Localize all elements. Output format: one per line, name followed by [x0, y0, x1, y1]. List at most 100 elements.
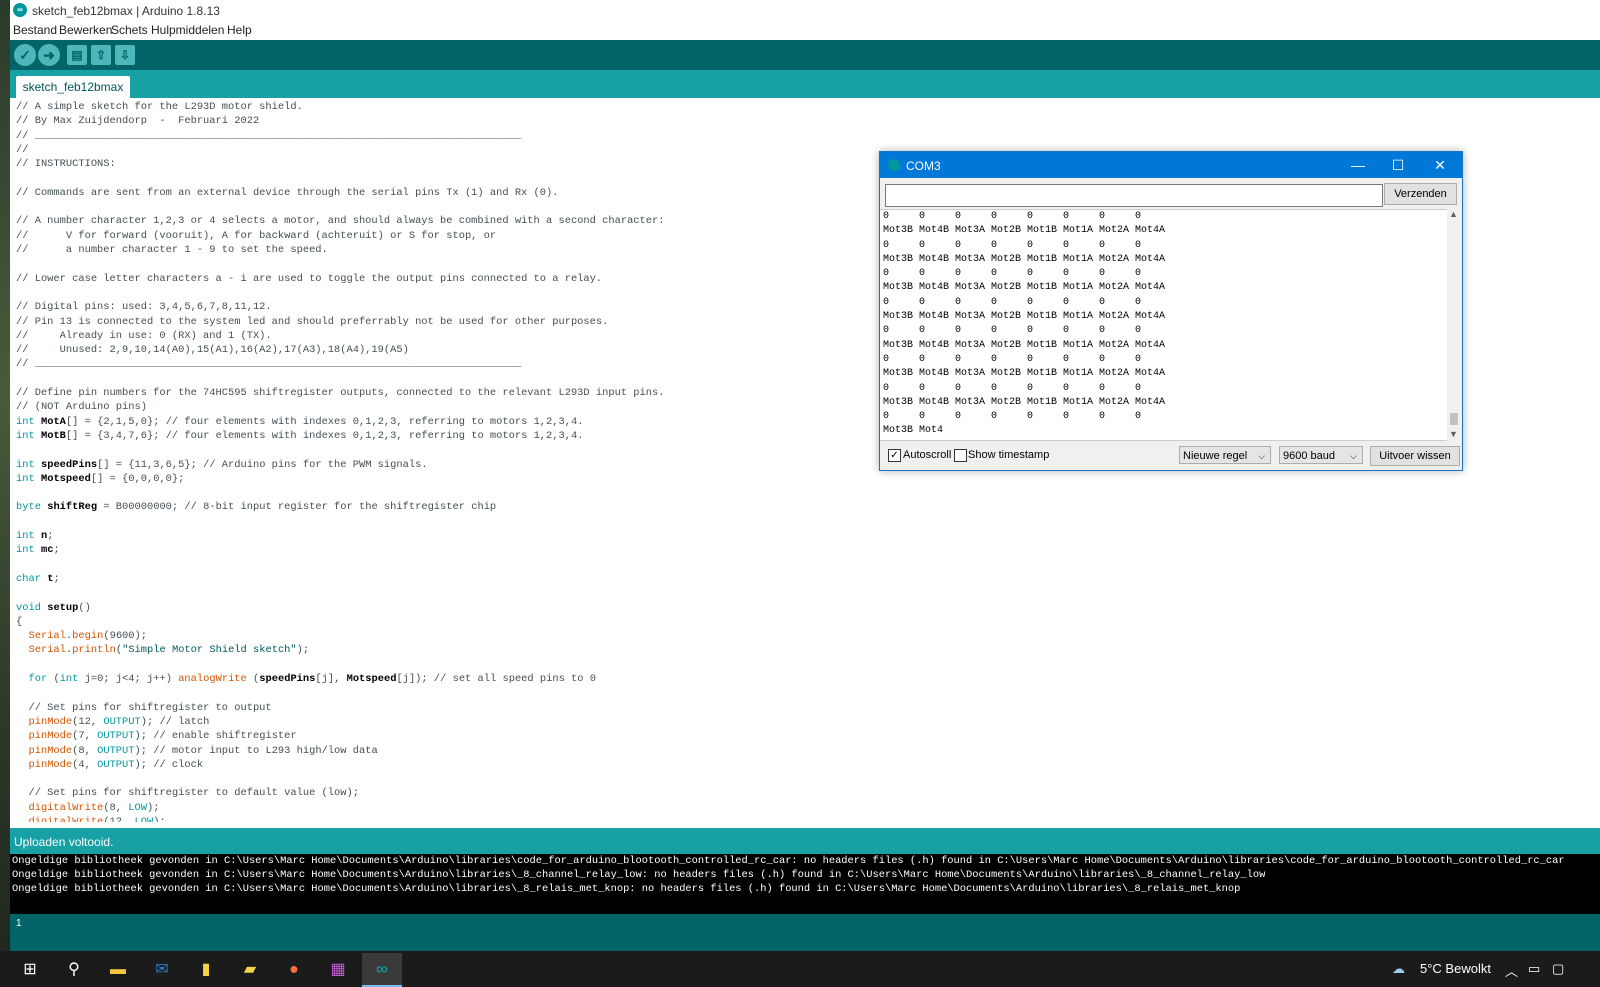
- desktop-background: [0, 0, 10, 987]
- close-icon[interactable]: ✕: [1420, 152, 1460, 178]
- firefox-icon[interactable]: ●: [274, 953, 314, 987]
- autoscroll-label: Autoscroll: [903, 449, 952, 461]
- notification-icon[interactable]: ▢: [1552, 961, 1564, 977]
- code-line: digitalWrite(12, LOW);: [28, 816, 166, 822]
- line-ending-select[interactable]: Nieuwe regel ⌵: [1179, 446, 1271, 464]
- code-line: void setup(): [16, 601, 91, 614]
- menu-schets[interactable]: Schets: [111, 23, 148, 37]
- minimize-icon[interactable]: —: [1338, 152, 1378, 178]
- code-line: //: [16, 143, 29, 156]
- send-button[interactable]: Verzenden: [1384, 183, 1457, 205]
- weather-text[interactable]: 5°C Bewolkt: [1420, 961, 1491, 976]
- code-line: // Set pins for shiftregister to output: [16, 701, 272, 714]
- serial-output-line: Mot3B Mot4B Mot3A Mot2B Mot1B Mot1A Mot2…: [883, 311, 1166, 323]
- code-line: int Motspeed[] = {0,0,0,0};: [16, 472, 185, 485]
- code-line: // Digital pins: used: 3,4,5,6,7,8,11,12…: [16, 301, 272, 314]
- menu-help[interactable]: Help: [227, 23, 252, 37]
- serial-output: 0 0 0 0 0 0 0 0 Mot3B Mot4B Mot3A Mot2B M…: [880, 209, 1447, 441]
- serial-output-line: Mot3B Mot4B Mot3A Mot2B Mot1B Mot1A Mot2…: [883, 339, 1166, 351]
- title-bar: ∞ sketch_feb12bmax | Arduino 1.8.13: [10, 0, 1600, 22]
- status-message: Uploaden voltooid.: [14, 835, 114, 849]
- window-title: sketch_feb12bmax | Arduino 1.8.13: [32, 4, 220, 18]
- code-line: // By Max Zuijdendorp - Februari 2022: [16, 115, 260, 128]
- maximize-icon[interactable]: ☐: [1378, 152, 1418, 178]
- code-line: // Unused: 2,9,10,14(A0),15(A1),16(A2),1…: [16, 344, 409, 357]
- arduino-icon: ∞: [13, 3, 27, 17]
- code-line: // Set pins for shiftregister to default…: [16, 787, 359, 800]
- toolbar: ✓ ➜ ▤ ⇧ ⇩: [10, 40, 1600, 70]
- baud-select[interactable]: 9600 baud ⌵: [1279, 446, 1363, 464]
- code-line: // Pin 13 is connected to the system led…: [16, 315, 609, 328]
- serial-output-line: 0 0 0 0 0 0 0 0: [883, 382, 1142, 394]
- sticky-notes-icon[interactable]: ▮: [186, 953, 226, 987]
- arduino-ide-window: ∞ sketch_feb12bmax | Arduino 1.8.13 Best…: [10, 0, 1600, 951]
- code-line: int n;: [16, 530, 54, 542]
- serial-output-line: Mot3B Mot4B Mot3A Mot2B Mot1B Mot1A Mot2…: [883, 282, 1166, 294]
- code-line: // Lower case letter characters a - i ar…: [16, 272, 603, 285]
- verify-icon[interactable]: ✓: [14, 44, 36, 66]
- code-line: Serial.begin(9600);: [28, 630, 147, 643]
- baud-value: 9600 baud: [1283, 450, 1335, 462]
- serial-output-line: 0 0 0 0 0 0 0 0: [883, 353, 1142, 365]
- serial-output-line: 0 0 0 0 0 0 0 0: [883, 296, 1142, 308]
- scroll-up-icon[interactable]: ▲: [1449, 209, 1458, 219]
- chevron-down-icon: ⌵: [1350, 451, 1357, 461]
- network-icon[interactable]: ▭: [1528, 961, 1540, 977]
- code-line: // _____________________________________…: [16, 129, 522, 142]
- chevron-up-icon[interactable]: ︿: [1505, 961, 1518, 980]
- serial-scrollbar[interactable]: ▲ ▼: [1447, 209, 1461, 439]
- serial-output-line: 0 0 0 0 0 0 0 0: [883, 211, 1142, 222]
- winrar-icon[interactable]: ▦: [318, 953, 358, 987]
- taskbar: ⊞ ⚲ ▬ ✉ ▮ ▰ ● ▦ ∞ ☁ 5°C Bewolkt ︿ ▭ ▢: [0, 951, 1600, 987]
- outlook-icon[interactable]: ✉: [142, 953, 182, 987]
- status-bar: Uploaden voltooid.: [10, 828, 1600, 854]
- windows-start-icon[interactable]: ⊞: [10, 953, 50, 987]
- tab-sketch[interactable]: sketch_feb12bmax: [16, 76, 130, 98]
- code-line: // A simple sketch for the L293D motor s…: [16, 101, 303, 113]
- code-line: int MotA[] = {2,1,5,0}; // four elements…: [16, 415, 584, 428]
- menu-bestand[interactable]: Bestand: [13, 23, 57, 37]
- scrollbar-thumb[interactable]: [1450, 413, 1458, 425]
- code-line: digitalWrite(8, LOW);: [28, 801, 160, 814]
- tab-bar: sketch_feb12bmax: [10, 70, 1600, 98]
- serial-monitor-window: COM3 — ☐ ✕ Verzenden 0 0 0 0 0 0 0 0 Mot3…: [879, 151, 1463, 471]
- serial-output-line: Mot3B Mot4B Mot3A Mot2B Mot1B Mot1A Mot2…: [883, 253, 1166, 265]
- upload-icon[interactable]: ➜: [38, 44, 60, 66]
- code-line: // Already in use: 0 (RX) and 1 (TX).: [16, 329, 272, 342]
- open-icon[interactable]: ⇧: [91, 45, 111, 65]
- code-line: // a number character 1 - 9 to set the s…: [16, 244, 328, 256]
- line-ending-value: Nieuwe regel: [1183, 450, 1248, 462]
- cloud-icon: ☁: [1392, 961, 1405, 976]
- code-line: int speedPins[] = {11,3,6,5}; // Arduino…: [16, 458, 428, 471]
- code-line: // Define pin numbers for the 74HC595 sh…: [16, 387, 665, 399]
- serial-title: COM3: [906, 159, 941, 173]
- line-number-bar: 1: [10, 914, 1600, 932]
- file-icon[interactable]: ▰: [230, 953, 270, 987]
- clear-output-button[interactable]: Uitvoer wissen: [1370, 446, 1460, 466]
- menu-bewerken[interactable]: Bewerken: [59, 23, 112, 37]
- code-line: int mc;: [16, 544, 60, 557]
- menu-hulpmiddelen[interactable]: Hulpmiddelen: [151, 23, 224, 37]
- serial-output-line: Mot3B Mot4: [883, 425, 944, 437]
- serial-output-line: Mot3B Mot4B Mot3A Mot2B Mot1B Mot1A Mot2…: [883, 225, 1166, 237]
- console-line: Ongeldige bibliotheek gevonden in C:\Use…: [12, 883, 1241, 895]
- serial-input[interactable]: [885, 184, 1383, 207]
- menu-bar: Bestand Bewerken Schets Hulpmiddelen Hel…: [10, 22, 1600, 40]
- code-line: int MotB[] = {3,4,7,6}; // four elements…: [16, 429, 584, 442]
- code-line: // Commands are sent from an external de…: [16, 186, 559, 199]
- code-line: byte shiftReg = B00000000; // 8-bit inpu…: [16, 501, 497, 514]
- scroll-down-icon[interactable]: ▼: [1449, 429, 1458, 439]
- new-icon[interactable]: ▤: [67, 45, 87, 65]
- code-line: pinMode(4, OUTPUT); // clock: [28, 758, 204, 771]
- arduino-icon[interactable]: ∞: [362, 953, 402, 987]
- serial-output-line: Mot3B Mot4B Mot3A Mot2B Mot1B Mot1A Mot2…: [883, 396, 1166, 408]
- ide-footer: [10, 932, 1600, 951]
- chevron-down-icon: ⌵: [1258, 451, 1265, 461]
- search-icon[interactable]: ⚲: [54, 953, 94, 987]
- file-explorer-icon[interactable]: ▬: [98, 953, 138, 987]
- code-line: {: [16, 615, 23, 628]
- serial-title-bar: COM3 — ☐ ✕: [880, 152, 1462, 178]
- timestamp-checkbox[interactable]: [954, 449, 967, 462]
- autoscroll-checkbox[interactable]: ✓: [888, 449, 901, 462]
- save-icon[interactable]: ⇩: [115, 45, 135, 65]
